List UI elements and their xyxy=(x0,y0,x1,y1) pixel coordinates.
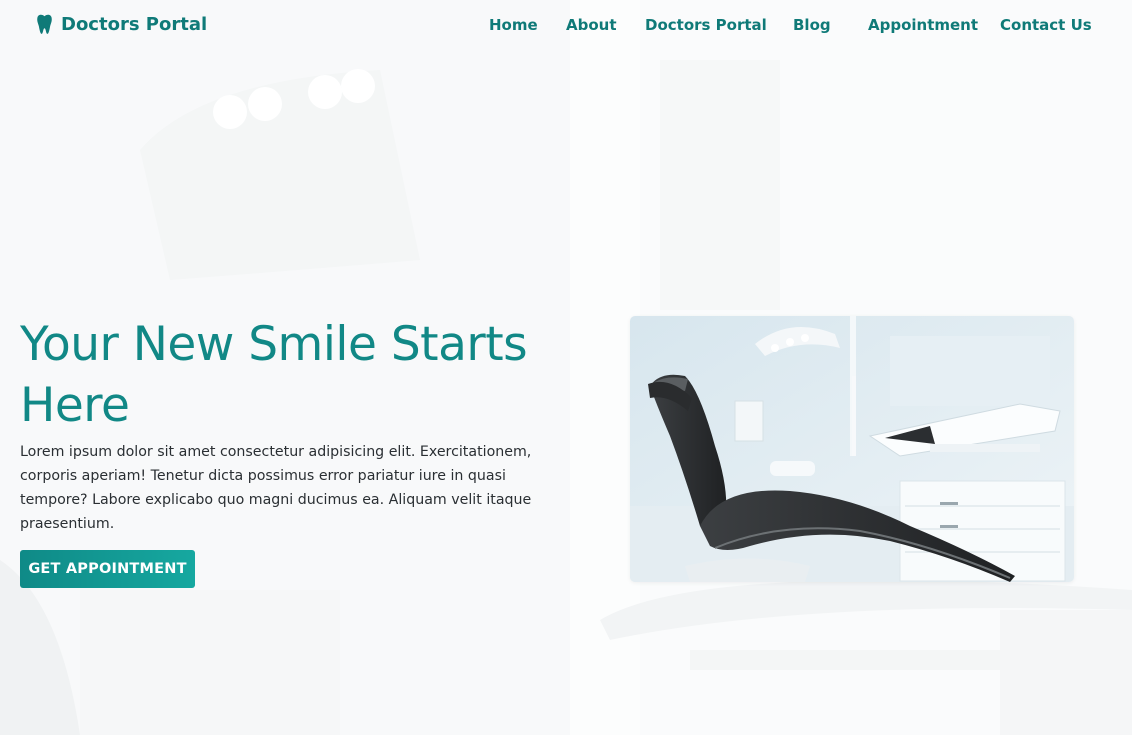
dental-chair-image xyxy=(630,316,1074,582)
nav-item-about[interactable]: About xyxy=(566,16,617,34)
tooth-icon xyxy=(37,14,52,34)
nav-item-home[interactable]: Home xyxy=(489,16,538,34)
nav-item-doctors-portal[interactable]: Doctors Portal xyxy=(645,16,767,34)
hero-title: Your New Smile Starts Here xyxy=(20,317,528,433)
nav-item-blog[interactable]: Blog xyxy=(793,16,831,34)
top-navbar: Doctors Portal Home About Doctors Portal… xyxy=(0,0,1132,50)
nav-item-appointment[interactable]: Appointment xyxy=(868,16,978,34)
hero-description: Lorem ipsum dolor sit amet consectetur a… xyxy=(20,444,532,532)
nav-item-contact-us[interactable]: Contact Us xyxy=(1000,16,1092,34)
get-appointment-button[interactable]: GET APPOINTMENT xyxy=(20,550,195,588)
brand-logo[interactable]: Doctors Portal xyxy=(36,13,207,35)
brand-name: Doctors Portal xyxy=(61,13,208,35)
